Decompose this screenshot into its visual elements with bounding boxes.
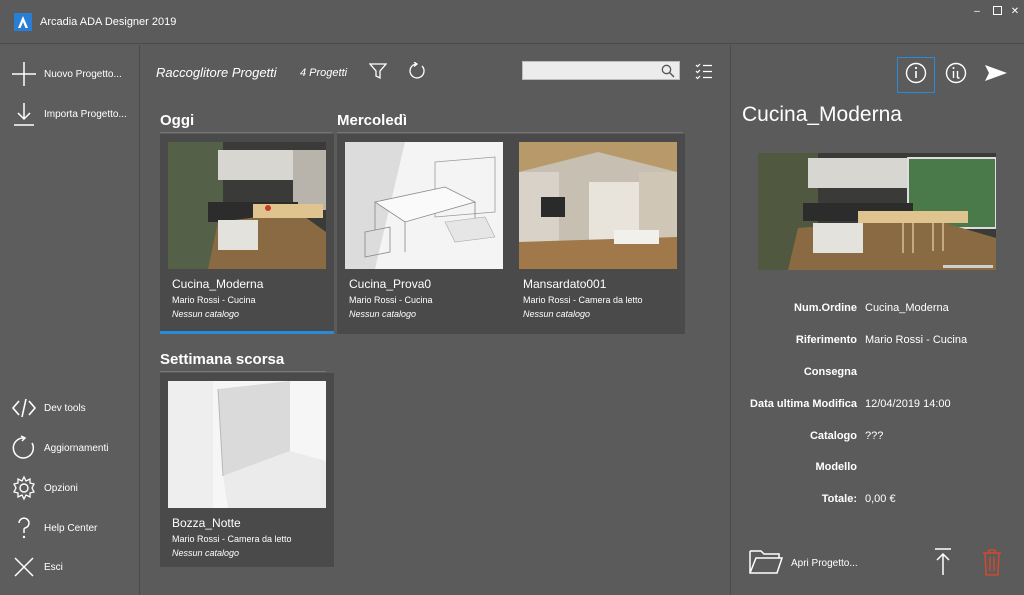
- prop-value-total: 0,00 €: [865, 493, 896, 505]
- import-icon: [11, 101, 37, 127]
- info-icon: [905, 62, 927, 89]
- prop-label-delivery: Consegna: [803, 366, 857, 378]
- project-thumbnail: [168, 381, 326, 508]
- info-list-button[interactable]: [937, 57, 975, 93]
- selection-indicator: [160, 331, 334, 334]
- prop-value-reference: Mario Rossi - Cucina: [865, 334, 968, 346]
- folder-icon: [749, 547, 784, 580]
- refresh-icon: [11, 435, 37, 461]
- info-button[interactable]: [897, 57, 935, 93]
- projects-area: Oggi Mercoledì Cucina_Moderna Mario Ross…: [141, 99, 729, 595]
- reload-icon[interactable]: [406, 60, 428, 82]
- detail-preview-image: [758, 153, 996, 270]
- project-name: Cucina_Moderna: [172, 277, 264, 291]
- options-button[interactable]: Opzioni: [0, 471, 140, 505]
- export-icon[interactable]: [933, 548, 953, 581]
- dev-tools-button[interactable]: Dev tools: [0, 391, 140, 425]
- updates-label: Aggiornamenti: [44, 442, 109, 454]
- dev-tools-label: Dev tools: [44, 402, 86, 414]
- title-bar: Arcadia ADA Designer 2019 – ✕: [0, 0, 1024, 44]
- project-name: Mansardato001: [523, 277, 607, 291]
- code-icon: [11, 395, 37, 421]
- prop-value-order: Cucina_Moderna: [865, 302, 949, 314]
- close-window-button[interactable]: ✕: [1008, 6, 1022, 18]
- group-divider: [160, 371, 326, 372]
- detail-title: Cucina_Moderna: [742, 103, 902, 126]
- trash-icon[interactable]: [982, 548, 1002, 581]
- gear-icon: [11, 475, 37, 501]
- prop-value-catalog: ???: [865, 430, 884, 442]
- open-project-label: Apri Progetto...: [791, 558, 858, 569]
- project-catalog: Nessun catalogo: [172, 309, 240, 319]
- project-subtitle: Mario Rossi - Camera da letto: [523, 295, 643, 305]
- project-subtitle: Mario Rossi - Cucina: [172, 295, 256, 305]
- new-project-button[interactable]: Nuovo Progetto...: [0, 57, 140, 91]
- open-project-button[interactable]: Apri Progetto...: [749, 547, 858, 580]
- prop-label-model: Modello: [815, 461, 857, 473]
- help-center-button[interactable]: Help Center: [0, 511, 140, 545]
- toolbar-title: Raccoglitore Progetti: [156, 65, 277, 80]
- group-divider: [160, 132, 332, 133]
- projects-toolbar: Raccoglitore Progetti 4 Progetti: [141, 45, 729, 99]
- project-catalog: Nessun catalogo: [172, 548, 240, 558]
- prop-label-catalog: Catalogo: [809, 430, 857, 442]
- close-icon: [11, 554, 37, 580]
- project-card-cucina-prova0[interactable]: Cucina_Prova0 Mario Rossi - Cucina Nessu…: [337, 134, 511, 334]
- project-detail-panel: Cucina_Moderna Num.Ordine Cucina_Moderna…: [730, 45, 1024, 595]
- project-name: Bozza_Notte: [172, 516, 241, 530]
- project-thumbnail: [168, 142, 326, 269]
- exit-label: Esci: [44, 561, 63, 573]
- group-title-today: Oggi: [160, 112, 195, 129]
- help-center-label: Help Center: [44, 522, 98, 534]
- checklist-icon[interactable]: [693, 60, 715, 82]
- group-title-wednesday: Mercoledì: [337, 112, 408, 129]
- project-thumbnail: [345, 142, 503, 269]
- filter-icon[interactable]: [367, 60, 389, 82]
- plus-icon: [11, 61, 37, 87]
- sidebar: Nuovo Progetto... Importa Progetto... De…: [0, 45, 140, 595]
- project-card-mansardato001[interactable]: Mansardato001 Mario Rossi - Camera da le…: [511, 134, 685, 334]
- maximize-button[interactable]: [990, 6, 1004, 18]
- project-card-cucina-moderna[interactable]: Cucina_Moderna Mario Rossi - Cucina Ness…: [160, 134, 334, 334]
- project-card-bozza-notte[interactable]: Bozza_Notte Mario Rossi - Camera da lett…: [160, 373, 334, 567]
- new-project-label: Nuovo Progetto...: [44, 68, 122, 80]
- project-subtitle: Mario Rossi - Cucina: [349, 295, 433, 305]
- options-label: Opzioni: [44, 482, 78, 494]
- import-project-label: Importa Progetto...: [44, 108, 127, 120]
- prop-label-last-modified: Data ultima Modifica: [750, 398, 857, 410]
- updates-button[interactable]: Aggiornamenti: [0, 431, 140, 465]
- group-title-last-week: Settimana scorsa: [160, 351, 285, 368]
- import-project-button[interactable]: Importa Progetto...: [0, 97, 140, 131]
- app-title: Arcadia ADA Designer 2019: [40, 16, 177, 28]
- group-divider: [337, 132, 683, 133]
- prop-label-reference: Riferimento: [795, 334, 857, 346]
- project-count: 4 Progetti: [300, 67, 348, 79]
- prop-value-last-modified: 12/04/2019 14:00: [865, 398, 951, 410]
- project-catalog: Nessun catalogo: [349, 309, 417, 319]
- app-logo-icon: [14, 13, 32, 31]
- project-subtitle: Mario Rossi - Camera da letto: [172, 534, 292, 544]
- send-button[interactable]: [977, 57, 1015, 93]
- question-icon: [11, 515, 37, 541]
- send-icon: [984, 64, 1008, 87]
- search-icon[interactable]: [661, 64, 675, 83]
- project-name: Cucina_Prova0: [349, 277, 432, 291]
- project-catalog: Nessun catalogo: [523, 309, 591, 319]
- exit-button[interactable]: Esci: [0, 550, 140, 584]
- info-list-icon: [945, 62, 967, 89]
- search-field[interactable]: [522, 61, 680, 83]
- minimize-button[interactable]: –: [970, 6, 984, 18]
- search-input[interactable]: [523, 64, 655, 81]
- prop-label-order: Num.Ordine: [794, 302, 857, 314]
- prop-label-total: Totale:: [821, 493, 857, 505]
- project-thumbnail: [519, 142, 677, 269]
